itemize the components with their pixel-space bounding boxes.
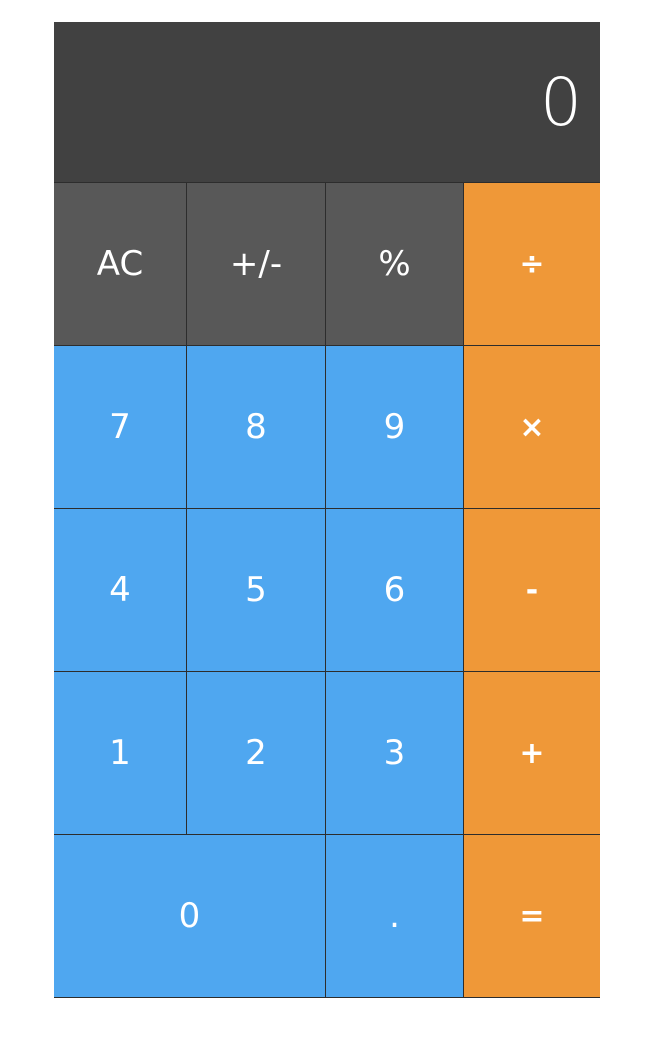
digit-2-button[interactable]: 2	[187, 672, 325, 834]
digit-1-button[interactable]: 1	[54, 672, 186, 834]
keypad: AC +/- % ÷ 7 8 9 × 4 5 6 - 1 2 3 + 0 . =	[54, 182, 600, 998]
digit-5-button[interactable]: 5	[187, 509, 325, 671]
add-button[interactable]: +	[464, 672, 600, 834]
digit-9-button[interactable]: 9	[326, 346, 463, 508]
subtract-button[interactable]: -	[464, 509, 600, 671]
sign-toggle-button[interactable]: +/-	[187, 183, 325, 345]
digit-7-button[interactable]: 7	[54, 346, 186, 508]
display-value: 0	[540, 64, 582, 141]
digit-8-button[interactable]: 8	[187, 346, 325, 508]
equals-button[interactable]: =	[464, 835, 600, 997]
digit-3-button[interactable]: 3	[326, 672, 463, 834]
multiply-button[interactable]: ×	[464, 346, 600, 508]
percent-button[interactable]: %	[326, 183, 463, 345]
digit-4-button[interactable]: 4	[54, 509, 186, 671]
divide-button[interactable]: ÷	[464, 183, 600, 345]
display: 0	[54, 22, 600, 182]
decimal-button[interactable]: .	[326, 835, 463, 997]
clear-button[interactable]: AC	[54, 183, 186, 345]
digit-0-button[interactable]: 0	[54, 835, 325, 997]
calculator: 0 AC +/- % ÷ 7 8 9 × 4 5 6 - 1 2 3 + 0 .…	[54, 22, 600, 998]
digit-6-button[interactable]: 6	[326, 509, 463, 671]
